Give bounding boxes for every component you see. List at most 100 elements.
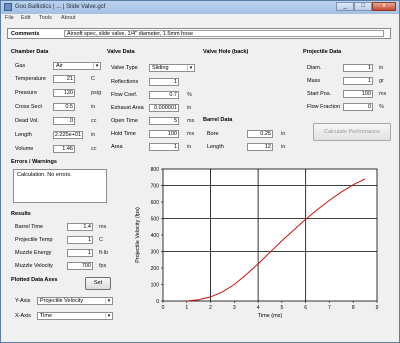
y-tick-label: 400	[151, 233, 160, 239]
x-tick-label: 2	[209, 305, 212, 311]
x-tick-label: 1	[185, 305, 188, 311]
flow-fraction-input[interactable]: 0	[343, 103, 373, 111]
reflections-label: Reflections	[111, 79, 139, 85]
reflections-input[interactable]: 1	[149, 78, 179, 86]
y-tick-label: 600	[151, 200, 160, 206]
hold-time-label: Hold Time	[111, 131, 136, 137]
valve-type-select[interactable]: Sliding ▾	[149, 64, 195, 72]
bore-input[interactable]: 0.25	[247, 130, 273, 138]
muzzle-energy-unit: ft·lb	[99, 250, 109, 256]
proj-temp-unit: C	[99, 237, 103, 243]
temperature-unit: C	[91, 76, 95, 82]
menu-about[interactable]: About	[61, 15, 75, 21]
volume-input[interactable]: 1.46	[53, 145, 75, 153]
open-time-unit: ms	[187, 118, 195, 124]
x-tick-label: 5	[280, 305, 283, 311]
flow-coef-label: Flow Coef.	[111, 92, 138, 98]
barrel-time-unit: ms	[99, 224, 107, 230]
dead-vol-input[interactable]: 0	[53, 117, 75, 125]
maximize-button[interactable]: □	[354, 2, 372, 11]
chevron-down-icon: ▾	[105, 313, 112, 319]
y-axis-value: Projectile Velocity	[40, 298, 84, 304]
barrel-length-input[interactable]: 12	[247, 143, 273, 151]
chamber-header: Chamber Data	[11, 49, 49, 55]
x-axis-title: Time (ms)	[258, 313, 283, 319]
dead-vol-unit: cc	[91, 118, 97, 124]
menu-edit[interactable]: Edit	[21, 15, 30, 21]
errors-text: Calculation. No errors.	[17, 172, 72, 178]
x-tick-label: 4	[257, 305, 260, 311]
errors-header: Errors / Warnings	[11, 159, 57, 165]
menu-tools[interactable]: Tools	[39, 15, 52, 21]
muzzle-energy-label: Muzzle Energy	[15, 250, 52, 256]
volume-label: Volume	[15, 146, 34, 152]
minimize-button[interactable]: _	[336, 2, 354, 11]
area-unit: in	[187, 144, 192, 150]
flow-coef-unit: %	[187, 92, 192, 98]
dead-vol-label: Dead Vol.	[15, 118, 39, 124]
x-tick-label: 3	[233, 305, 236, 311]
cross-sect-input[interactable]: 0.5	[53, 103, 75, 111]
comments-label: Comments	[11, 31, 40, 37]
temperature-input[interactable]: 21	[53, 75, 75, 83]
x-tick-label: 7	[328, 305, 331, 311]
diam-input[interactable]: 1	[343, 64, 373, 72]
start-pos-label: Start Pos.	[307, 91, 332, 97]
menu-file[interactable]: File	[5, 15, 14, 21]
valve-header: Valve Data	[107, 49, 135, 55]
velocity-chart: 0 1 2 3 4 5 6 7 8 9 0 100 200 300 400 500 600 700 800 Time …	[135, 167, 379, 319]
projectile-header: Projectile Data	[303, 49, 342, 55]
chevron-down-icon: ▾	[93, 63, 100, 69]
calculate-performance-button[interactable]: Calculate Performance	[313, 123, 391, 141]
y-tick-label: 500	[151, 217, 160, 223]
x-axis-select[interactable]: Time ▾	[37, 312, 113, 320]
exhaust-area-unit: in	[187, 105, 192, 111]
bore-unit: in	[281, 131, 286, 137]
x-tick-label: 6	[304, 305, 307, 311]
exhaust-area-input[interactable]: 0.000001	[149, 104, 179, 112]
flow-fraction-unit: %	[379, 104, 384, 110]
set-axes-button[interactable]: Set	[85, 277, 111, 290]
y-tick-label: 300	[151, 250, 160, 256]
x-tick-label: 0	[162, 305, 165, 311]
start-pos-input[interactable]: 100	[343, 90, 373, 98]
y-axis-select[interactable]: Projectile Velocity ▾	[37, 297, 113, 305]
flow-coef-input[interactable]: 0.7	[149, 91, 179, 99]
pressure-label: Pressure	[15, 90, 38, 96]
x-tick-label: 9	[376, 305, 379, 311]
x-axis-value: Time	[40, 313, 53, 319]
barrel-header: Barrel Data	[203, 117, 233, 123]
results-header: Results	[11, 211, 31, 217]
errors-textbox[interactable]: Calculation. No errors.	[13, 169, 107, 203]
close-button[interactable]: x	[372, 2, 396, 11]
valve-type-label: Valve Type	[111, 65, 138, 71]
hold-time-unit: ms	[187, 131, 195, 137]
temperature-label: Temperature	[15, 76, 46, 82]
proj-temp-label: Projectile Temp	[15, 237, 53, 243]
valve-type-value: Sliding	[152, 65, 169, 71]
barrel-length-unit: in	[281, 144, 286, 150]
pressure-input[interactable]: 120	[53, 89, 75, 97]
cross-sect-label: Cross Sect	[15, 104, 42, 110]
start-pos-unit: ms	[379, 91, 387, 97]
plot-axes-header: Plotted Data Axes	[11, 277, 58, 283]
exhaust-area-label: Exhaust Area	[111, 105, 144, 111]
window-title: Goo Ballistics | ... | Slide Valve.gcf	[15, 4, 106, 10]
cross-sect-unit: in	[91, 104, 96, 110]
length-input[interactable]: 2.225e+01	[53, 131, 83, 139]
comments-input[interactable]: Airsoft spec, slide valve, 1/4" diameter…	[64, 30, 384, 37]
gas-value: Air	[56, 63, 63, 69]
gas-select[interactable]: Air ▾	[53, 62, 101, 70]
diam-label: Diam.	[307, 65, 322, 71]
x-tick-label: 8	[352, 305, 355, 311]
chevron-down-icon: ▾	[187, 65, 194, 71]
area-input[interactable]: 1	[149, 143, 179, 151]
length-unit: in	[91, 132, 96, 138]
hold-time-input[interactable]: 100	[149, 130, 179, 138]
proj-temp-value: 1	[67, 236, 93, 244]
open-time-input[interactable]: 5	[149, 117, 179, 125]
y-axis-title: Projectile Velocity (fps)	[135, 207, 141, 263]
title-bar[interactable]: Goo Ballistics | ... | Slide Valve.gcf _…	[1, 1, 399, 14]
mass-input[interactable]: 1	[343, 77, 373, 85]
app-icon	[4, 3, 12, 11]
